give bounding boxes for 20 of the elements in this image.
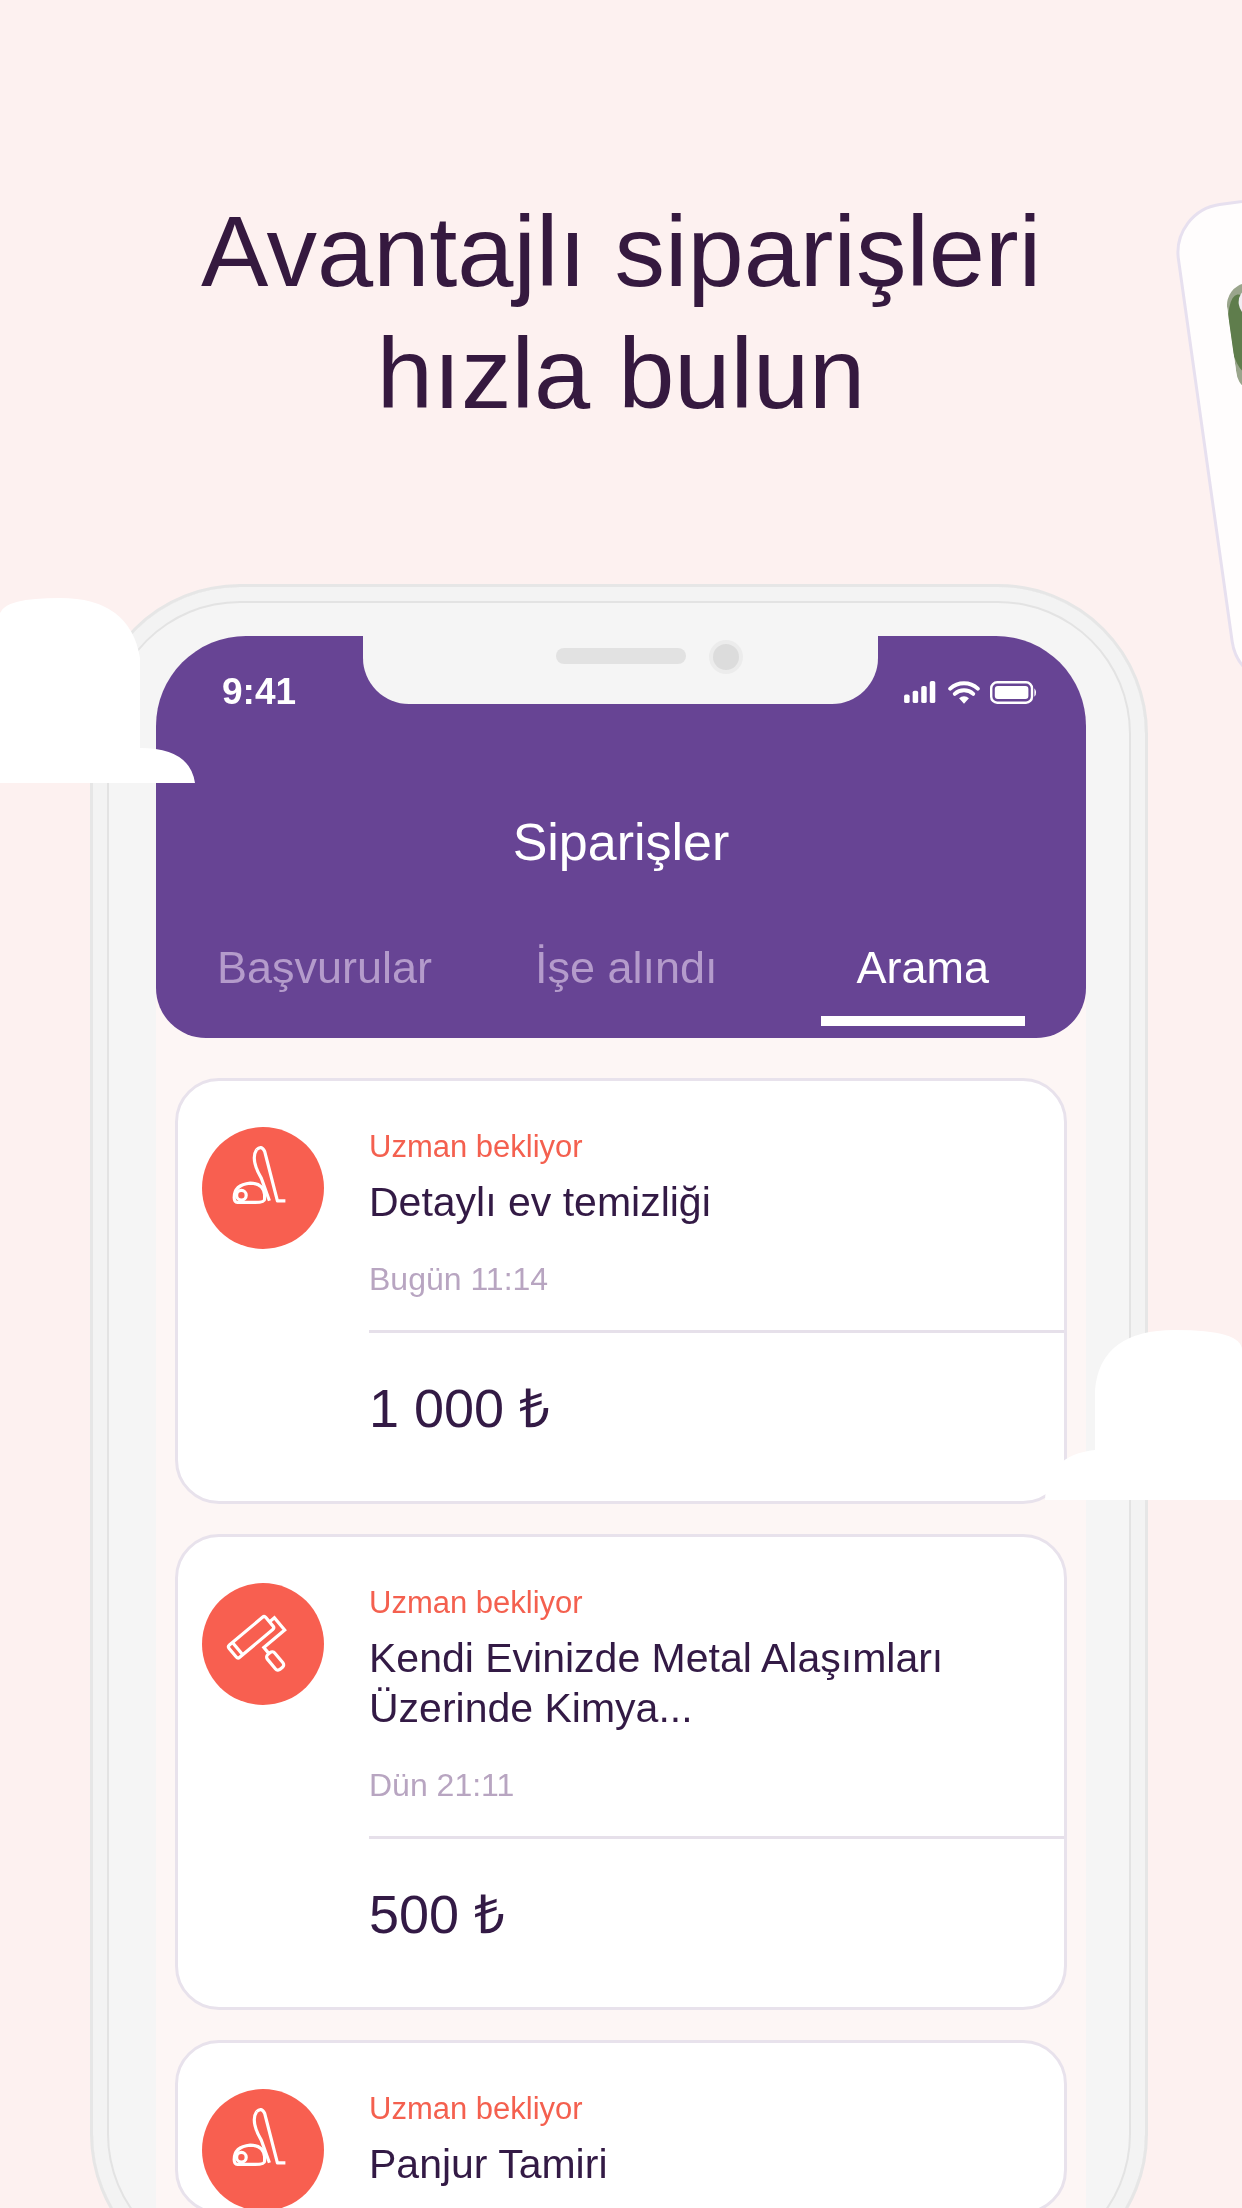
- order-date: Dün 21:11: [369, 1767, 516, 1804]
- order-price: 500 ₺: [369, 1883, 507, 1946]
- status-time: 9:41: [222, 671, 297, 713]
- order-status: Uzman bekliyor: [369, 2091, 584, 2127]
- order-price: 1 000 ₺: [369, 1377, 552, 1440]
- order-status: Uzman bekliyor: [369, 1585, 584, 1621]
- screen-title: Siparişler: [511, 812, 731, 872]
- order-card[interactable]: Uzman bekliyor Detaylı ev temizliği Bugün 11:14 1 000 ₺: [175, 1078, 1067, 1504]
- order-card[interactable]: Uzman bekliyor Kendi Evinizde Metal Alaşımları Üzerinde Kimya... Dün 21:11 500 ₺: [175, 1534, 1067, 2010]
- signal-icon: [902, 681, 938, 703]
- order-title: Kendi Evinizde Metal Alaşımları Üzerinde Kimya...: [369, 1634, 945, 1733]
- order-date: Bugün 11:14: [369, 1261, 550, 1298]
- wifi-icon: [948, 680, 980, 704]
- battery-icon: [990, 680, 1038, 704]
- order-card[interactable]: Uzman bekliyor Panjur Tamiri: [175, 2040, 1067, 2208]
- headline: Avantajlı siparişleri hızla bulun: [199, 194, 1043, 431]
- order-title: Detaylı ev temizliği: [369, 1178, 712, 1227]
- order-status: Uzman bekliyor: [369, 1129, 584, 1165]
- order-title: Panjur Tamiri: [369, 2140, 609, 2189]
- tab[interactable]: Arama: [820, 914, 1025, 1026]
